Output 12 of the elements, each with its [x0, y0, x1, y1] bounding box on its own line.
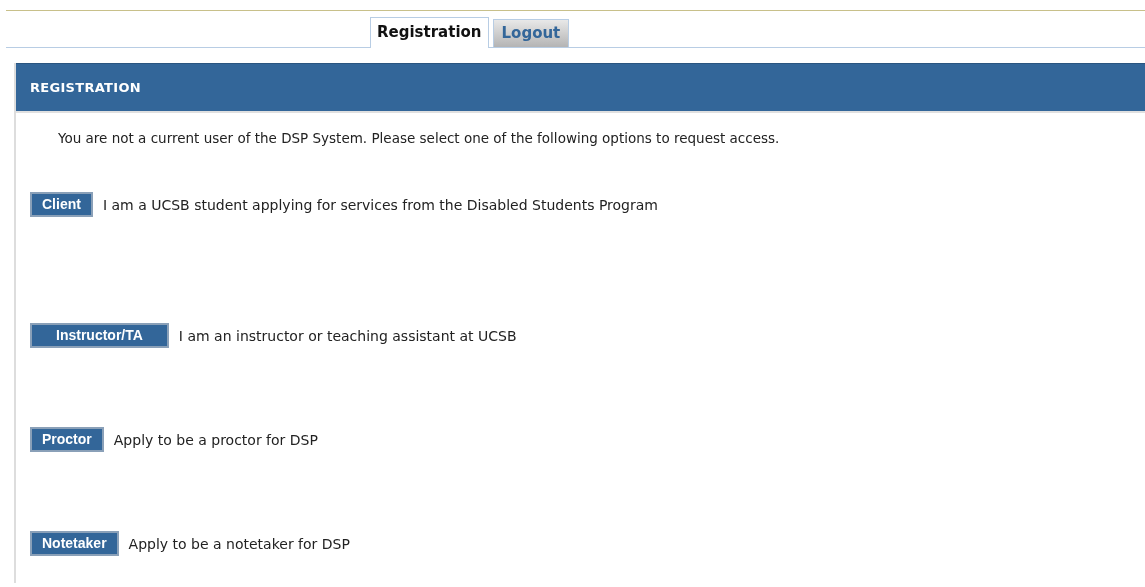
option-button[interactable]: Notetaker — [30, 531, 119, 556]
tab[interactable]: Logout — [492, 19, 570, 47]
option-description: Apply to be a proctor for DSP — [113, 431, 318, 448]
option-description: I am a UCSB student applying for services from the Disabled Students Program — [102, 196, 658, 213]
option-button[interactable]: Client — [30, 192, 93, 217]
option-description: I am an instructor or teaching assistant at UCSB — [178, 327, 517, 344]
section-title: REGISTRATION — [30, 80, 141, 95]
tab[interactable]: Registration — [370, 17, 489, 48]
option-description: Apply to be a notetaker for DSP — [128, 535, 350, 552]
option-button[interactable]: Proctor — [30, 427, 104, 452]
option-button[interactable]: Instructor/TA — [30, 323, 169, 348]
intro-text: You are not a current user of the DSP System. Please select one of the following options to request access. — [58, 130, 781, 146]
